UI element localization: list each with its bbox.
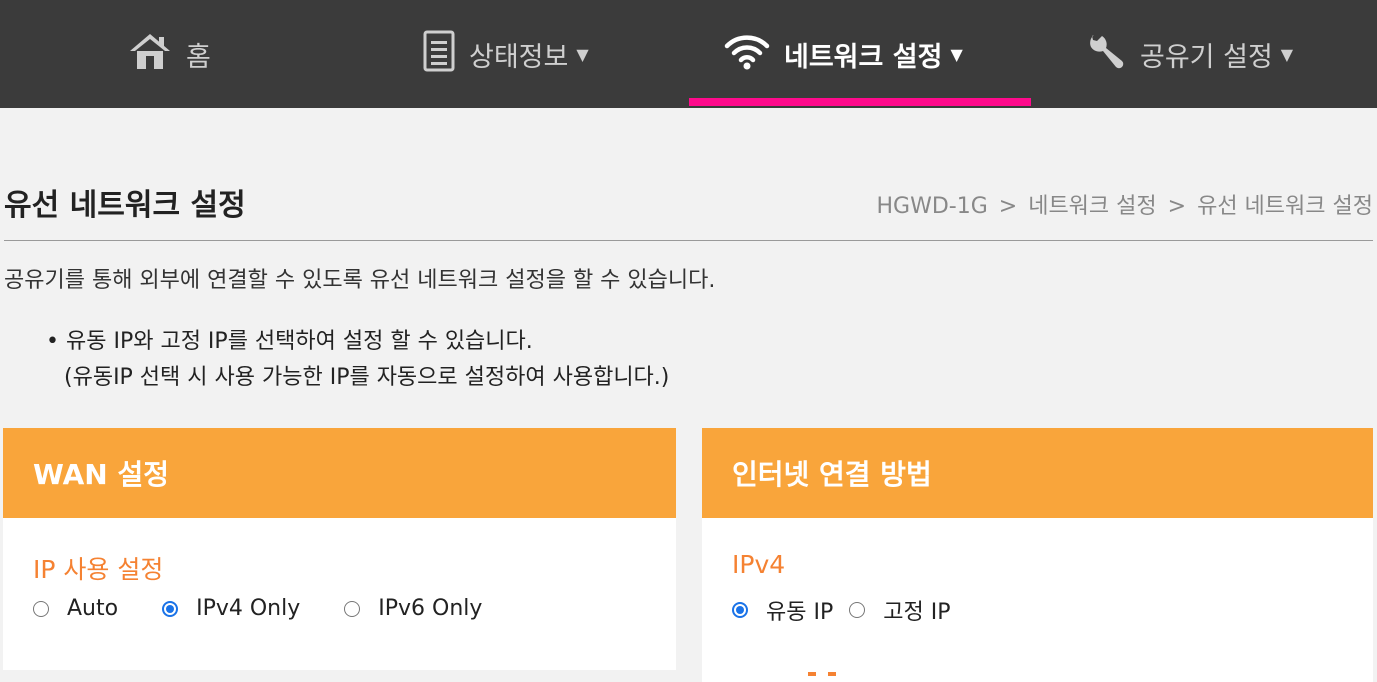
radio-auto[interactable]: Auto [33, 596, 118, 621]
wan-panel-title: WAN 설정 [3, 428, 676, 518]
radio-button[interactable] [849, 602, 866, 618]
radio-button[interactable] [33, 600, 49, 617]
active-tab-indicator [689, 98, 1031, 106]
bullet: • [46, 329, 59, 354]
nav-status-label: 상태정보 [469, 41, 569, 73]
internet-connection-panel: 인터넷 연결 방법 IPv4 유동 IP 고정 IP [702, 428, 1373, 682]
radio-dynamic-ip[interactable]: 유동 IP [732, 594, 833, 626]
breadcrumb-item-network[interactable]: 네트워크 설정 [1028, 194, 1156, 219]
chevron-down-icon: ▼ [576, 44, 589, 64]
ipv4-label: IPv4 [732, 550, 786, 579]
page-title: 유선 네트워크 설정 [4, 188, 246, 223]
nav-network[interactable]: 네트워크 설정 ▼ [724, 0, 963, 108]
breadcrumb-item-device[interactable]: HGWD-1G [876, 194, 987, 219]
radio-ipv6-only[interactable]: IPv6 Only [344, 596, 482, 621]
radio-button[interactable] [344, 600, 361, 617]
note-line-2: (유동IP 선택 시 사용 가능한 IP를 자동으로 설정하여 사용합니다.) [64, 365, 670, 390]
ip-usage-options: Auto IPv4 Only IPv6 Only [33, 596, 526, 621]
chevron-down-icon: ▼ [1280, 44, 1294, 64]
radio-button[interactable] [162, 600, 179, 617]
wifi-icon [724, 32, 770, 77]
note-line-1: 유동 IP와 고정 IP를 선택하여 설정 할 수 있습니다. [66, 329, 533, 354]
breadcrumb-separator: > [1167, 194, 1187, 219]
ipv4-options: 유동 IP 고정 IP [732, 594, 994, 626]
radio-static-ip-label: 고정 IP [883, 600, 951, 625]
radio-dynamic-ip-label: 유동 IP [766, 600, 834, 625]
breadcrumb: HGWD-1G > 네트워크 설정 > 유선 네트워크 설정 [876, 188, 1373, 220]
chevron-down-icon: ▼ [950, 44, 963, 64]
radio-ipv6-only-label: IPv6 Only [378, 596, 483, 621]
radio-ipv4-only[interactable]: IPv4 Only [162, 596, 300, 621]
radio-auto-label: Auto [67, 596, 119, 621]
cut-off-label [800, 672, 840, 682]
home-icon [128, 31, 172, 78]
radio-button[interactable] [732, 602, 748, 618]
breadcrumb-separator: > [998, 194, 1018, 219]
radio-static-ip[interactable]: 고정 IP [849, 594, 950, 626]
header-divider [4, 240, 1373, 241]
breadcrumb-item-current: 유선 네트워크 설정 [1197, 194, 1373, 219]
nav-status[interactable]: 상태정보 ▼ [423, 0, 589, 108]
page-note: • 유동 IP와 고정 IP를 선택하여 설정 할 수 있습니다. (유동IP 선… [46, 324, 669, 396]
page-description: 공유기를 통해 외부에 연결할 수 있도록 유선 네트워크 설정을 할 수 있습… [4, 268, 716, 293]
radio-ipv4-only-label: IPv4 Only [196, 596, 301, 621]
wan-settings-panel: WAN 설정 IP 사용 설정 Auto IPv4 Only IPv6 Only [3, 428, 676, 670]
top-nav: 홈 상태정보 ▼ 네트워크 설정 ▼ 공유기 설정 ▼ [0, 0, 1377, 108]
document-icon [423, 30, 455, 79]
nav-home[interactable]: 홈 [128, 0, 211, 108]
internet-panel-title: 인터넷 연결 방법 [702, 428, 1373, 518]
wrench-icon [1086, 31, 1126, 78]
nav-home-label: 홈 [186, 41, 211, 73]
ip-usage-label: IP 사용 설정 [33, 555, 164, 584]
nav-router-label: 공유기 설정 [1140, 41, 1273, 73]
nav-network-label: 네트워크 설정 [784, 41, 943, 73]
nav-router[interactable]: 공유기 설정 ▼ [1086, 0, 1293, 108]
